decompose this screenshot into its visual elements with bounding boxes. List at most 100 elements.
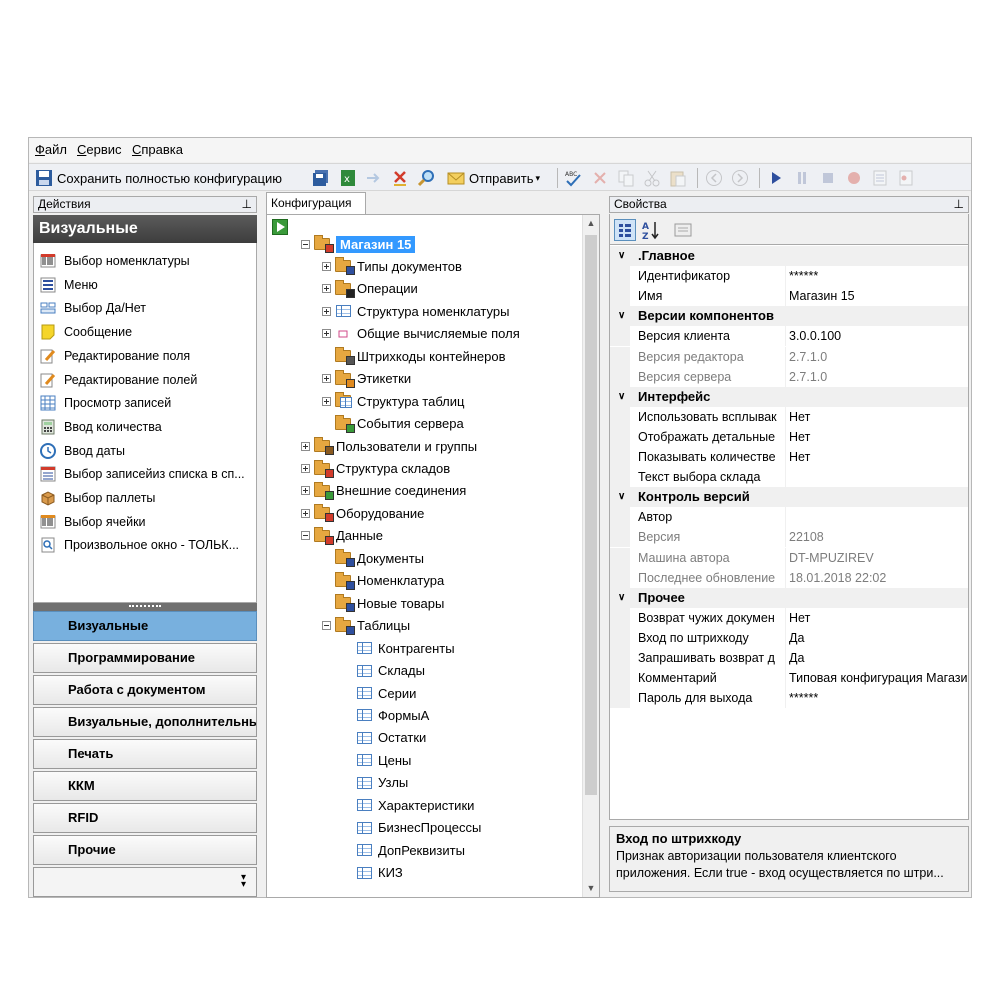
scroll-up-icon[interactable]: ▲ <box>583 215 599 232</box>
menu-service[interactable]: Сервис <box>77 142 122 157</box>
property-value[interactable]: 3.0.0.100 <box>785 326 968 347</box>
action-item[interactable]: Выбор записейиз списка в сп... <box>40 464 245 484</box>
collapse-minus-icon[interactable] <box>322 621 331 631</box>
tree-node[interactable]: Характеристики <box>343 795 474 815</box>
property-value[interactable]: Магазин 15 <box>785 286 968 307</box>
panel-splitter[interactable] <box>33 603 257 611</box>
tree-node[interactable]: Узлы <box>343 773 408 793</box>
action-item[interactable]: Меню <box>40 275 98 295</box>
tree-node[interactable]: Структура номенклатуры <box>322 301 509 321</box>
chevron-down-icon[interactable]: ∨ <box>618 246 625 266</box>
chevron-down-icon[interactable]: ∨ <box>618 306 625 326</box>
send-button[interactable]: Отправить ▾ <box>447 167 540 189</box>
collapse-minus-icon[interactable] <box>301 239 310 249</box>
action-item[interactable]: Редактирование поля <box>40 346 190 366</box>
pause-button[interactable] <box>793 167 811 189</box>
tree-node[interactable]: Цены <box>343 750 411 770</box>
menu-file[interactable]: Файл <box>35 142 67 157</box>
expand-plus-icon[interactable] <box>322 374 331 384</box>
tree-node[interactable]: КИЗ <box>343 863 403 883</box>
category-button[interactable]: Печать <box>33 739 257 769</box>
property-value[interactable]: Типовая конфигурация Магази <box>785 668 968 689</box>
property-value[interactable] <box>785 507 968 528</box>
paste-button[interactable] <box>669 167 687 189</box>
tree-node[interactable]: Оборудование <box>301 503 424 523</box>
property-value[interactable]: ****** <box>785 688 968 709</box>
property-category[interactable]: ∨ .Главное <box>610 246 968 266</box>
save-full-config-button[interactable]: Сохранить полностью конфигурацию <box>35 167 282 189</box>
category-button[interactable]: Визуальные, дополнительные <box>33 707 257 737</box>
category-button[interactable]: Прочие <box>33 835 257 865</box>
action-item[interactable]: Ввод количества <box>40 417 162 437</box>
tab-configuration[interactable]: Конфигурация <box>266 192 366 214</box>
property-value[interactable]: Нет <box>785 447 968 467</box>
property-category[interactable]: ∨ Контроль версий <box>610 487 968 508</box>
run-config-icon[interactable] <box>272 219 288 235</box>
run-button[interactable] <box>767 167 785 189</box>
property-row[interactable]: Вход по штрихкоду Да <box>610 627 968 648</box>
property-row[interactable]: Версия 22108 <box>610 527 968 548</box>
more-categories-button[interactable]: ▾ ▾ <box>33 867 257 897</box>
tree-node[interactable]: ФормыА <box>343 705 429 725</box>
property-row[interactable]: Версия сервера 2.7.1.0 <box>610 366 968 387</box>
property-row[interactable]: Идентификатор ****** <box>610 266 968 287</box>
cut-button[interactable] <box>643 167 661 189</box>
action-item[interactable]: Произвольное окно - ТОЛЬК... <box>40 535 239 555</box>
tree-node[interactable]: Серии <box>343 683 416 703</box>
expand-plus-icon[interactable] <box>301 441 310 451</box>
property-row[interactable]: Версия редактора 2.7.1.0 <box>610 346 968 367</box>
action-item[interactable]: Выбор ячейки <box>40 512 146 532</box>
tree-node[interactable]: Остатки <box>343 728 426 748</box>
property-category[interactable]: ∨ Версии компонентов <box>610 306 968 327</box>
action-item[interactable]: Выбор номенклатуры <box>40 251 190 271</box>
tree-node[interactable]: Структура таблиц <box>322 391 464 411</box>
menu-help[interactable]: Справка <box>132 142 183 157</box>
pin-icon[interactable]: ⊥ <box>954 197 964 212</box>
tree-node[interactable]: Номенклатура <box>322 571 444 591</box>
expand-plus-icon[interactable] <box>322 396 331 406</box>
property-pages-button[interactable] <box>672 219 694 241</box>
step-button[interactable] <box>871 167 889 189</box>
action-item[interactable]: Выбор паллеты <box>40 488 155 508</box>
chevron-down-icon[interactable]: ∨ <box>618 487 625 507</box>
category-button[interactable]: Программирование <box>33 643 257 673</box>
property-category[interactable]: ∨ Прочее <box>610 587 968 608</box>
categorized-view-button[interactable] <box>614 219 636 241</box>
cancel-button[interactable] <box>591 167 609 189</box>
tree-node[interactable]: Общие вычисляемые поля <box>322 324 520 344</box>
property-category[interactable]: ∨ Интерфейс <box>610 386 968 407</box>
tree-node[interactable]: Штрихкоды контейнеров <box>322 346 506 366</box>
tree-node[interactable]: Новые товары <box>322 593 444 613</box>
expand-plus-icon[interactable] <box>322 329 331 339</box>
tree-node[interactable]: Данные <box>301 526 383 546</box>
category-button[interactable]: ККМ <box>33 771 257 801</box>
property-value[interactable] <box>785 467 968 488</box>
expand-plus-icon[interactable] <box>322 284 331 294</box>
property-row[interactable]: Машина автора DT-MPUZIREV <box>610 547 968 568</box>
record-button[interactable] <box>845 167 863 189</box>
tree-node[interactable]: Склады <box>343 661 425 681</box>
expand-plus-icon[interactable] <box>322 306 331 316</box>
property-row[interactable]: Отображать детальные Нет <box>610 426 968 447</box>
tree-node[interactable]: Таблицы <box>322 616 410 636</box>
copy-button[interactable] <box>617 167 635 189</box>
tree-scrollbar[interactable]: ▲ ▼ <box>582 215 599 897</box>
property-row[interactable]: Версия клиента 3.0.0.100 <box>610 326 968 347</box>
action-item[interactable]: Сообщение <box>40 322 132 342</box>
expand-plus-icon[interactable] <box>301 486 310 496</box>
tree-node[interactable]: Типы документов <box>322 256 462 276</box>
stop-button[interactable] <box>819 167 837 189</box>
action-item[interactable]: Выбор Да/Нет <box>40 298 146 318</box>
tree-node[interactable]: Контрагенты <box>343 638 455 658</box>
expand-plus-icon[interactable] <box>322 261 331 271</box>
property-row[interactable]: Показывать количестве Нет <box>610 447 968 467</box>
chevron-down-icon[interactable]: ∨ <box>618 588 625 608</box>
action-item[interactable]: Просмотр записей <box>40 393 171 413</box>
collapse-minus-icon[interactable] <box>301 531 310 541</box>
expand-plus-icon[interactable] <box>301 508 310 518</box>
tree-node[interactable]: Внешние соединения <box>301 481 466 501</box>
spellcheck-button[interactable]: ABC <box>564 167 582 189</box>
category-button[interactable]: Визуальные <box>33 611 257 641</box>
property-row[interactable]: Автор <box>610 507 968 528</box>
chevron-down-icon[interactable]: ∨ <box>618 387 625 407</box>
